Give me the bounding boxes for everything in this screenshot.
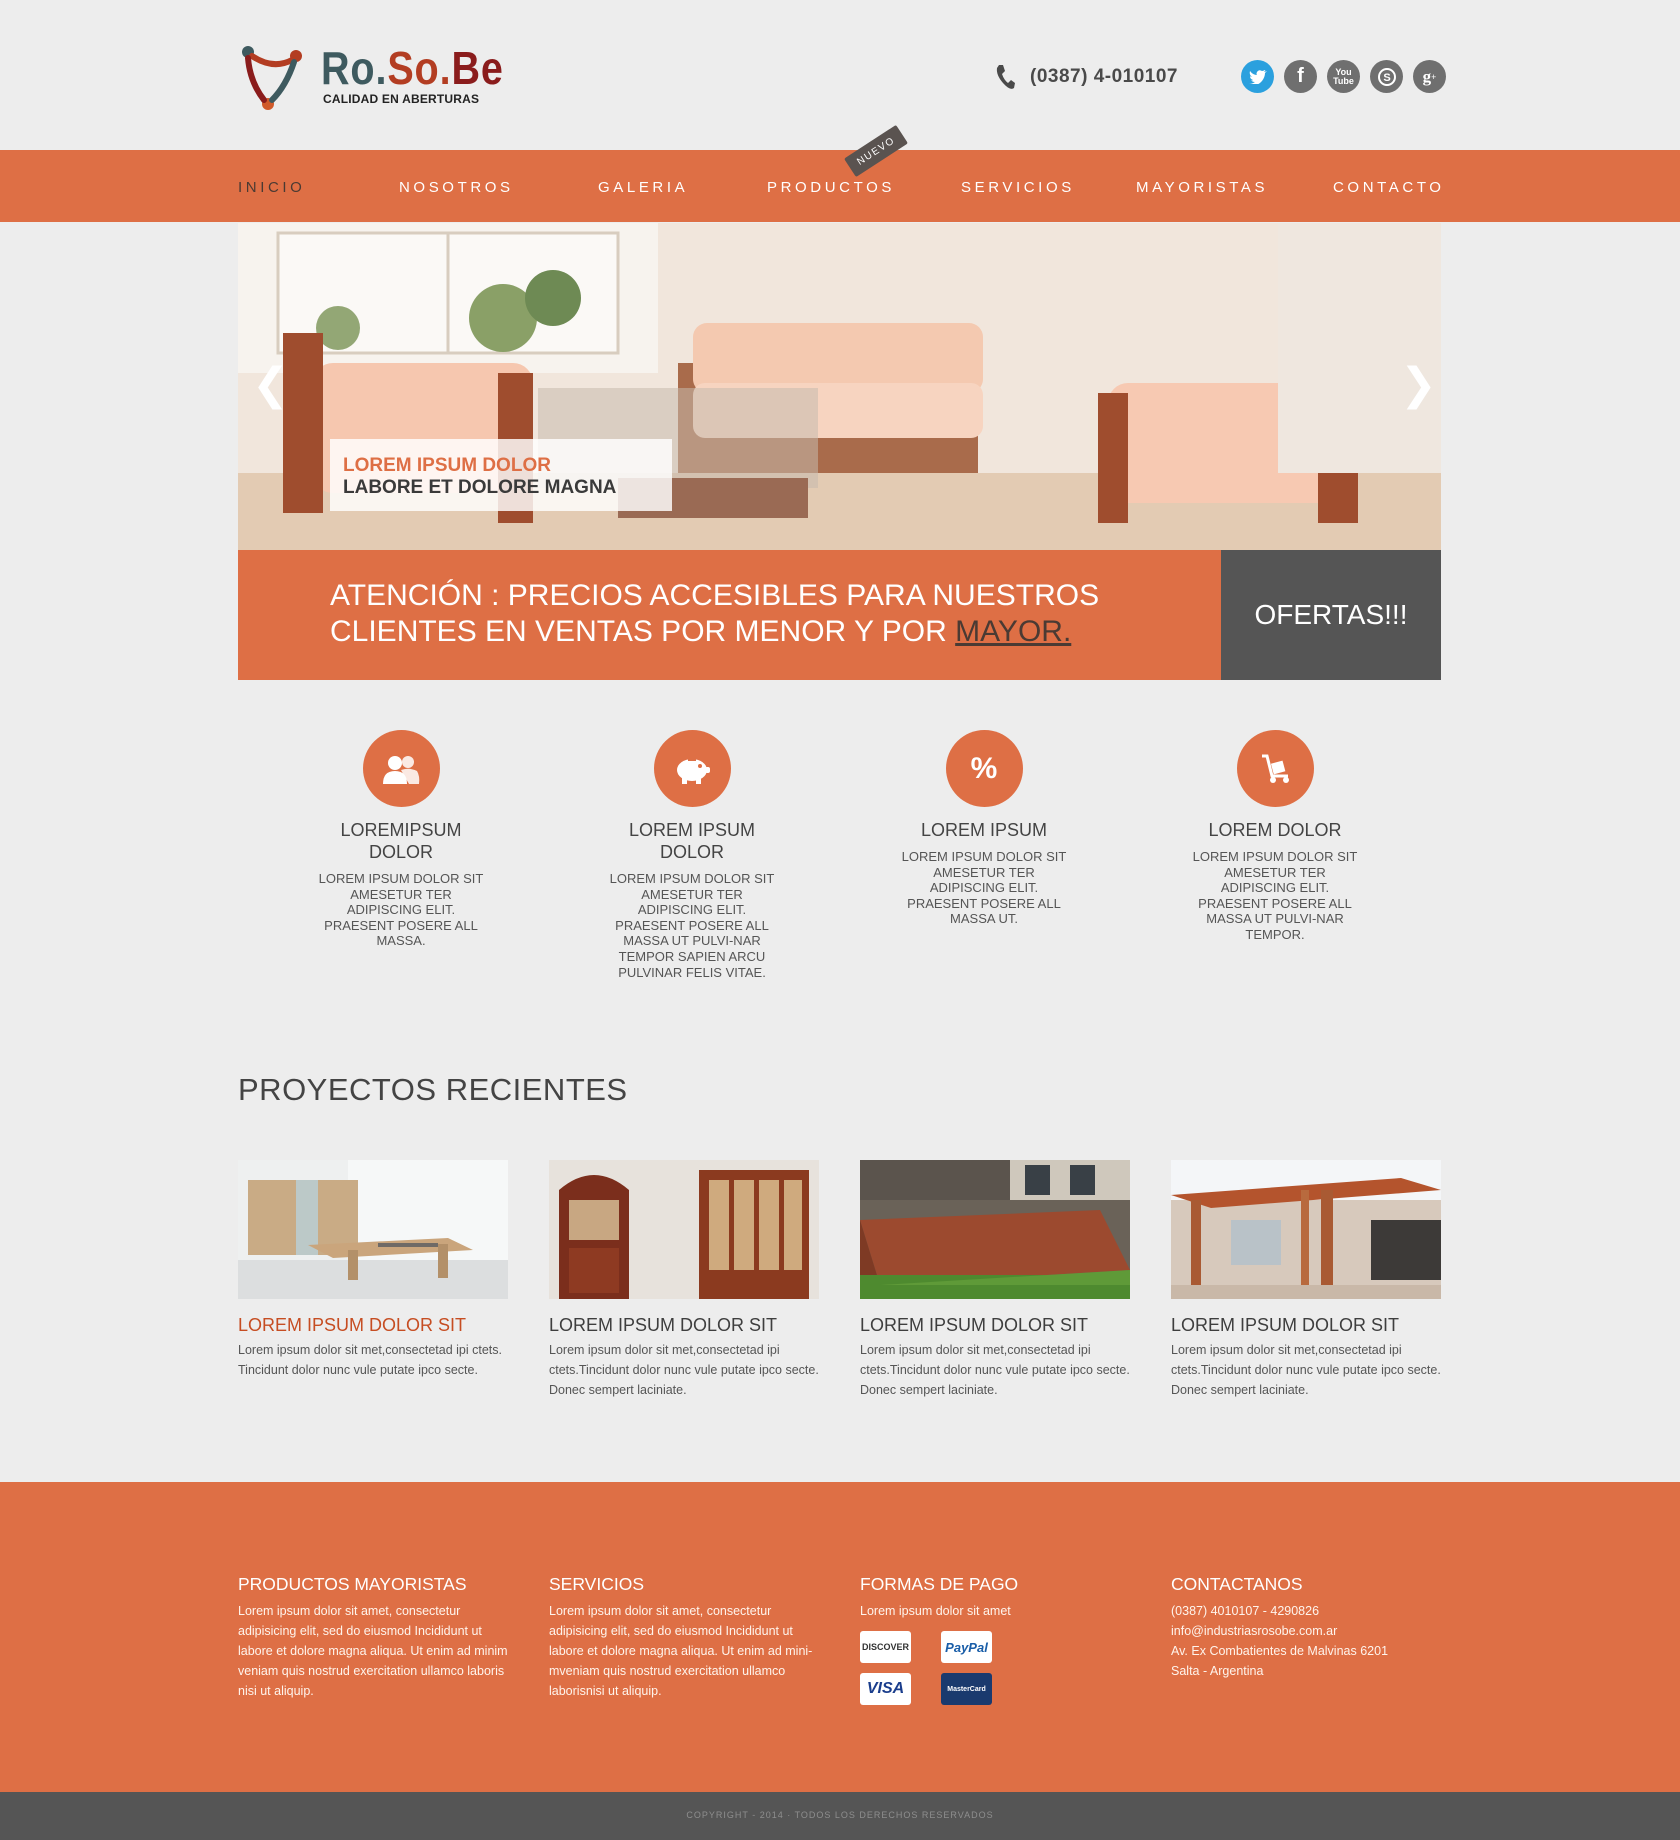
project-title[interactable]: LOREM IPSUM DOLOR SIT xyxy=(238,1315,508,1336)
visa-card-icon: VISA xyxy=(860,1673,911,1705)
promo-banner: ATENCIÓN : PRECIOS ACCESIBLES PARA NUEST… xyxy=(238,550,1221,680)
copyright: COPYRIGHT - 2014 · TODOS LOS DERECHOS RE… xyxy=(686,1810,994,1820)
users-icon xyxy=(362,730,440,807)
logo[interactable]: Ro.So.Be CALIDAD EN ABERTURAS xyxy=(238,40,503,110)
footer-col-services: SERVICIOS Lorem ipsum dolor sit amet, co… xyxy=(549,1574,819,1701)
nav-contacto[interactable]: CONTACTO xyxy=(1333,179,1445,196)
banner-text: ATENCIÓN : PRECIOS ACCESIBLES PARA NUEST… xyxy=(330,578,1170,650)
header-phone: (0387) 4-010107 xyxy=(994,62,1178,92)
feature-card: LOREMIPSUM DOLOR LOREM IPSUM DOLOR SIT A… xyxy=(316,730,486,949)
logo-tagline: CALIDAD EN ABERTURAS xyxy=(323,92,480,106)
footer-heading: PRODUCTOS MAYORISTAS xyxy=(238,1574,467,1594)
footer-text: Lorem ipsum dolor sit amet, consectetur … xyxy=(238,1604,508,1698)
slide-caption: LOREM IPSUM DOLOR LABORE ET DOLORE MAGNA xyxy=(330,439,672,511)
svg-text:S: S xyxy=(1383,72,1390,84)
project-text: Lorem ipsum dolor sit met,consectetad ip… xyxy=(860,1343,1130,1397)
footer-col-wholesale: PRODUCTOS MAYORISTAS Lorem ipsum dolor s… xyxy=(238,1574,508,1701)
footer-col-payment: FORMAS DE PAGO Lorem ipsum dolor sit ame… xyxy=(860,1574,1130,1705)
phone-icon xyxy=(996,65,1015,89)
footer-email[interactable]: info@industriasrosobe.com.ar xyxy=(1171,1621,1441,1641)
nav-galeria[interactable]: GALERIA xyxy=(598,179,688,196)
banner-mayor-link[interactable]: MAYOR. xyxy=(955,615,1071,648)
mastercard-card-icon: MasterCard xyxy=(941,1673,992,1705)
skype-icon[interactable]: S xyxy=(1370,60,1403,93)
footer-heading: FORMAS DE PAGO xyxy=(860,1574,1019,1594)
feature-text: LOREM IPSUM DOLOR SIT AMESETUR TER ADIPI… xyxy=(318,871,484,949)
payment-cards-row: VISA MasterCard xyxy=(860,1673,1130,1705)
project-card: LOREM IPSUM DOLOR SIT Lorem ipsum dolor … xyxy=(549,1160,819,1400)
feature-title: LOREMIPSUM DOLOR xyxy=(340,820,462,862)
project-text: Lorem ipsum dolor sit met,consectetad ip… xyxy=(1171,1343,1441,1397)
footer-city: Salta - Argentina xyxy=(1171,1664,1264,1678)
project-title[interactable]: LOREM IPSUM DOLOR SIT xyxy=(860,1315,1130,1336)
slider-next-button[interactable]: ❯ xyxy=(1400,363,1437,407)
feature-card: LOREM IPSUM DOLOR LOREM IPSUM DOLOR SIT … xyxy=(607,730,777,980)
project-image[interactable] xyxy=(238,1160,508,1299)
logo-text: Ro.So.Be xyxy=(321,42,504,94)
project-image[interactable] xyxy=(549,1160,819,1299)
hero-slider: ❮ ❯ LOREM IPSUM DOLOR LABORE ET DOLORE M… xyxy=(238,223,1441,550)
project-text: Lorem ipsum dolor sit met,consectetad ip… xyxy=(238,1343,503,1377)
project-image[interactable] xyxy=(860,1160,1130,1299)
slider-prev-button[interactable]: ❮ xyxy=(252,363,289,407)
twitter-icon[interactable] xyxy=(1241,60,1274,93)
footer: PRODUCTOS MAYORISTAS Lorem ipsum dolor s… xyxy=(0,1482,1680,1792)
nav-productos[interactable]: PRODUCTOS xyxy=(767,179,895,196)
feature-title: LOREM DOLOR xyxy=(1208,820,1342,840)
feature-text: LOREM IPSUM DOLOR SIT AMESETUR TER ADIPI… xyxy=(609,871,775,980)
caption-subtitle: LABORE ET DOLORE MAGNA xyxy=(343,477,617,498)
facebook-icon[interactable]: f xyxy=(1284,60,1317,93)
phone-number: (0387) 4-010107 xyxy=(1030,66,1178,87)
feature-text: LOREM IPSUM DOLOR SIT AMESETUR TER ADIPI… xyxy=(901,849,1067,927)
youtube-icon[interactable]: You Tube xyxy=(1327,60,1360,93)
footer-phone: (0387) 4010107 - 4290826 xyxy=(1171,1604,1320,1618)
project-card: LOREM IPSUM DOLOR SIT Lorem ipsum dolor … xyxy=(238,1160,508,1380)
nav-servicios[interactable]: SERVICIOS xyxy=(961,179,1075,196)
nav-mayoristas[interactable]: MAYORISTAS xyxy=(1136,179,1268,196)
discover-card-icon: DISCOVER xyxy=(860,1631,911,1663)
footer-text: Lorem ipsum dolor sit amet xyxy=(860,1604,1011,1618)
percent-icon: % xyxy=(945,730,1023,807)
project-title[interactable]: LOREM IPSUM DOLOR SIT xyxy=(1171,1315,1441,1336)
caption-title: LOREM IPSUM DOLOR xyxy=(343,455,551,476)
main-nav: INICIO NOSOTROS GALERIA PRODUCTOS SERVIC… xyxy=(0,150,1680,222)
google-plus-icon[interactable]: g + xyxy=(1413,60,1446,93)
projects-title: PROYECTOS RECIENTES xyxy=(238,1072,628,1107)
payment-cards-row: DISCOVER PayPal xyxy=(860,1631,1130,1663)
footer-text: Lorem ipsum dolor sit amet, consectetur … xyxy=(549,1604,813,1698)
nav-inicio[interactable]: INICIO xyxy=(238,179,305,196)
piggy-bank-icon xyxy=(653,730,731,807)
bottom-bar: COPYRIGHT - 2014 · TODOS LOS DERECHOS RE… xyxy=(0,1792,1680,1840)
logo-mark-icon xyxy=(242,46,302,110)
footer-heading: CONTACTANOS xyxy=(1171,1574,1303,1594)
nav-nosotros[interactable]: NOSOTROS xyxy=(399,179,514,196)
project-title[interactable]: LOREM IPSUM DOLOR SIT xyxy=(549,1315,819,1336)
footer-address: Av. Ex Combatientes de Malvinas 6201 xyxy=(1171,1644,1389,1658)
footer-heading: SERVICIOS xyxy=(549,1574,644,1594)
project-text: Lorem ipsum dolor sit met,consectetad ip… xyxy=(549,1343,819,1397)
project-card: LOREM IPSUM DOLOR SIT Lorem ipsum dolor … xyxy=(1171,1160,1441,1400)
project-image[interactable] xyxy=(1171,1160,1441,1299)
paypal-card-icon: PayPal xyxy=(941,1631,992,1663)
social-links: f You Tube S g + xyxy=(1241,60,1446,93)
feature-title: LOREM IPSUM DOLOR xyxy=(628,820,756,862)
feature-card: LOREM DOLOR LOREM IPSUM DOLOR SIT AMESET… xyxy=(1190,730,1360,943)
feature-card: % LOREM IPSUM LOREM IPSUM DOLOR SIT AMES… xyxy=(899,730,1069,927)
hand-truck-icon xyxy=(1236,730,1314,807)
feature-text: LOREM IPSUM DOLOR SIT AMESETUR TER ADIPI… xyxy=(1192,849,1358,942)
feature-title: LOREM IPSUM xyxy=(920,820,1048,840)
project-card: LOREM IPSUM DOLOR SIT Lorem ipsum dolor … xyxy=(860,1160,1130,1400)
offers-button[interactable]: OFERTAS!!! xyxy=(1221,550,1441,680)
footer-col-contact: CONTACTANOS (0387) 4010107 - 4290826 inf… xyxy=(1171,1574,1441,1681)
